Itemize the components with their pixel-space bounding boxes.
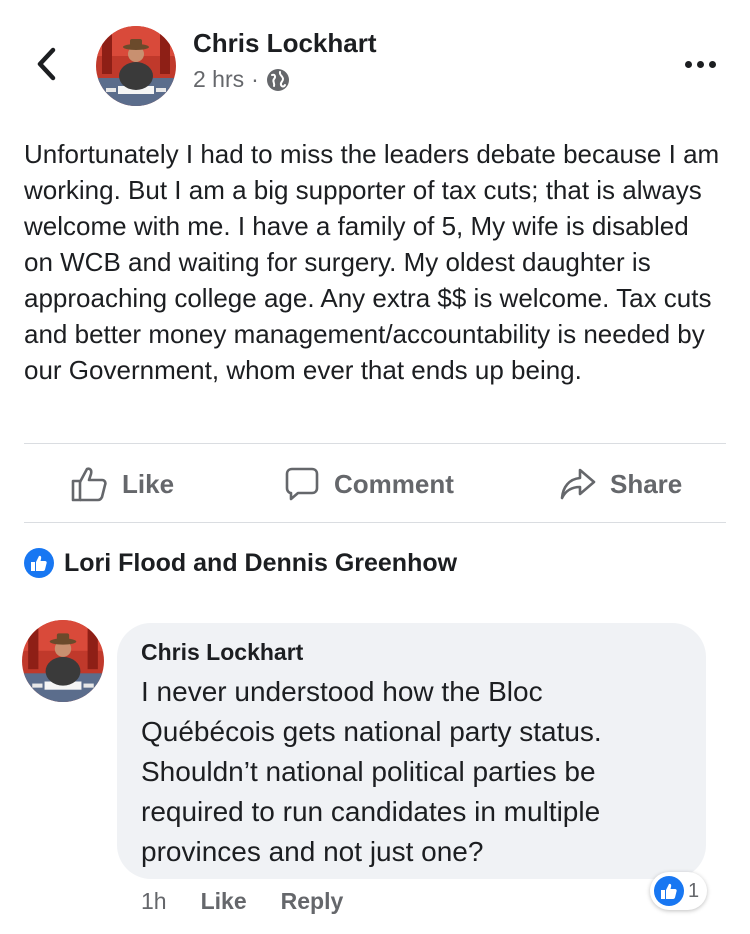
comment-actions: 1h Like Reply [141, 888, 377, 915]
comment-text: I never understood how the Bloc Québécoi… [141, 676, 602, 867]
like-icon [654, 876, 684, 906]
comment-reaction-count[interactable]: 1 [650, 872, 708, 910]
chevron-left-icon [37, 47, 56, 81]
post-text: Unfortunately I had to miss the leaders … [24, 139, 720, 385]
like-label: Like [122, 468, 175, 499]
comment-time[interactable]: 1h [141, 888, 167, 915]
divider [24, 443, 726, 444]
back-button[interactable] [28, 42, 64, 86]
comment-like-button[interactable]: Like [201, 888, 247, 915]
share-label: Share [610, 468, 683, 499]
divider [24, 522, 726, 523]
comment-bubble[interactable]: Chris Lockhart I never understood how th… [117, 623, 706, 879]
comment-button[interactable]: Comment [284, 463, 454, 505]
reaction-count: 1 [688, 879, 700, 902]
commenter-avatar[interactable] [22, 620, 104, 702]
reactions-names: Lori Flood and Dennis Greenhow [64, 548, 458, 577]
meta-separator: · [251, 66, 259, 92]
comment-icon [285, 467, 319, 501]
like-button[interactable]: Like [70, 463, 174, 505]
avatar-photo [96, 26, 176, 106]
post-page: Chris Lockhart 2 hrs · Unfortunately I h… [0, 0, 750, 934]
comment-label: Comment [334, 468, 454, 499]
comment-reply-button[interactable]: Reply [281, 888, 344, 915]
post-meta: 2 hrs · [193, 66, 290, 93]
author-name[interactable]: Chris Lockhart [193, 28, 377, 59]
thumbs-up-icon [71, 467, 107, 502]
share-button[interactable]: Share [560, 463, 682, 505]
share-icon [560, 468, 596, 500]
more-horizontal-icon [684, 60, 692, 68]
like-icon [24, 548, 54, 578]
avatar-photo [22, 620, 104, 702]
globe-icon [266, 68, 289, 91]
author-avatar[interactable] [96, 26, 176, 106]
more-options-button[interactable] [680, 52, 720, 76]
post-time[interactable]: 2 hrs [193, 66, 244, 93]
comment-author[interactable]: Chris Lockhart [141, 639, 682, 666]
reactions-summary[interactable]: Lori Flood and Dennis Greenhow [24, 548, 457, 578]
